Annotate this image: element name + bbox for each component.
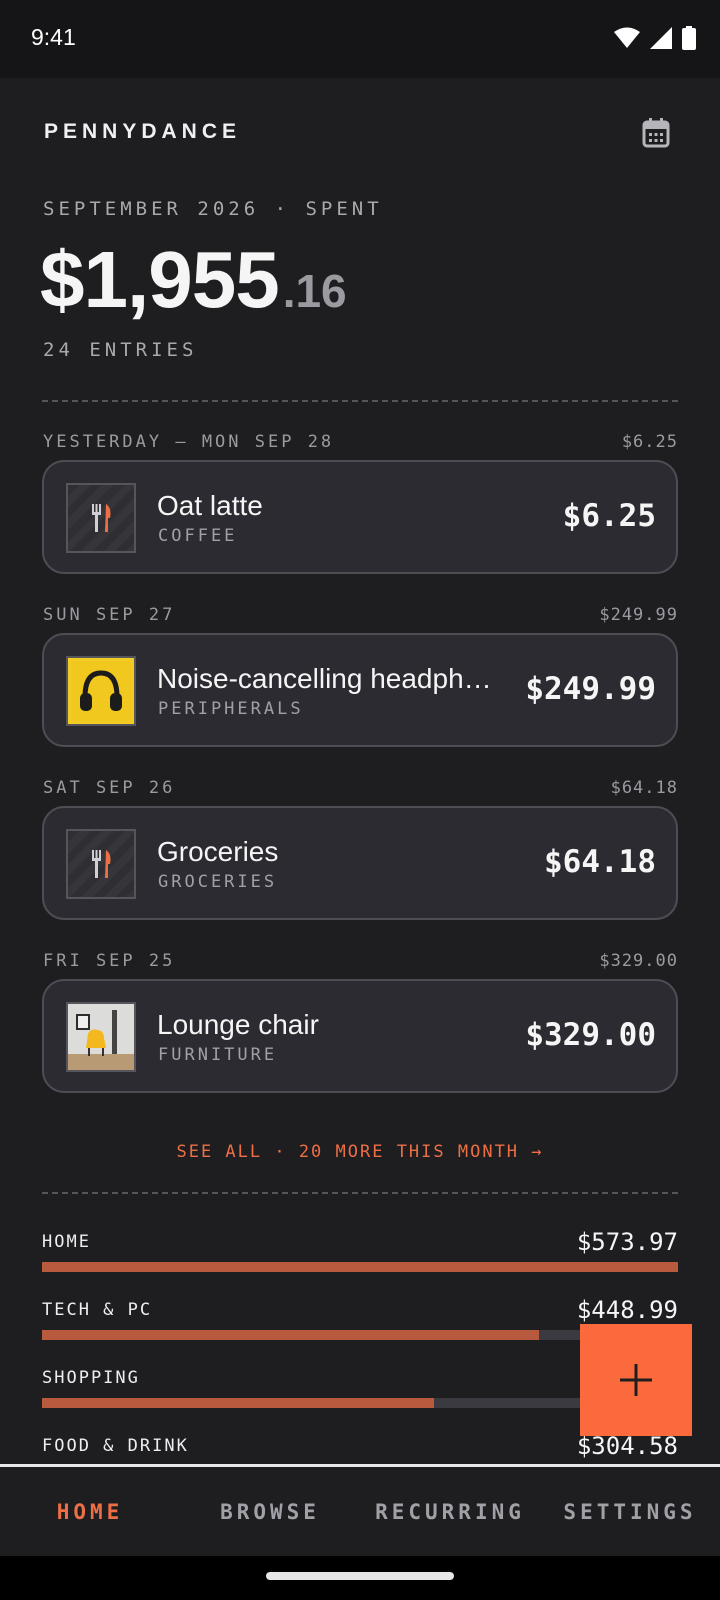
category-name: TECH & PC xyxy=(42,1300,153,1320)
expense-name: Groceries xyxy=(157,836,279,867)
category-amount: $304.58 xyxy=(576,1432,678,1460)
signal-icon xyxy=(650,27,672,49)
battery-icon xyxy=(682,26,696,50)
period-label: SEPTEMBER 2026 · SPENT xyxy=(43,198,383,220)
headphones-photo xyxy=(71,661,131,721)
expense-name: Noise-cancelling headphones xyxy=(157,663,502,694)
fork-knife-icon xyxy=(92,504,111,532)
day-label: FRI SEP 25 xyxy=(43,951,176,971)
status-time: 9:41 xyxy=(31,24,76,50)
total-spent: $1,955 .16 xyxy=(40,234,347,326)
day-label: SAT SEP 26 xyxy=(43,778,176,798)
total-cents: .16 xyxy=(282,265,347,317)
category-amount: $448.99 xyxy=(576,1296,678,1324)
category-name: HOME xyxy=(42,1232,91,1252)
nav-recurring[interactable]: RECURRING xyxy=(360,1467,540,1556)
day-label: SUN SEP 27 xyxy=(43,605,176,625)
expense-card[interactable]: Groceries GROCERIES $64.18 xyxy=(42,806,678,920)
gesture-bar xyxy=(0,1556,720,1600)
expense-name: Lounge chair xyxy=(157,1009,319,1040)
expense-amount: $64.18 xyxy=(544,844,656,880)
category-bar-fill xyxy=(42,1262,678,1272)
nav-settings[interactable]: SETTINGS xyxy=(540,1467,720,1556)
add-expense-button[interactable] xyxy=(580,1324,692,1436)
expense-thumbnail xyxy=(66,1002,136,1072)
expense-category: GROCERIES xyxy=(158,872,278,892)
day-total: $6.25 xyxy=(621,432,678,452)
calendar-icon xyxy=(642,118,670,148)
category-bar-fill xyxy=(42,1398,435,1408)
category-amount: $573.97 xyxy=(576,1228,678,1256)
expense-amount: $249.99 xyxy=(525,671,656,707)
nav-browse[interactable]: BROWSE xyxy=(180,1467,360,1556)
category-name: SHOPPING xyxy=(42,1368,140,1388)
expense-card[interactable]: Lounge chair FURNITURE $329.00 xyxy=(42,979,678,1093)
status-icons xyxy=(614,26,696,50)
category-name: FOOD & DRINK xyxy=(42,1436,189,1456)
expense-category: FURNITURE xyxy=(158,1045,278,1065)
expense-amount: $329.00 xyxy=(525,1017,656,1053)
day-label: YESTERDAY — MON SEP 28 xyxy=(43,432,335,452)
expense-category: PERIPHERALS xyxy=(158,699,304,719)
bottom-nav: HOME BROWSE RECURRING SETTINGS xyxy=(0,1464,720,1556)
divider xyxy=(42,400,678,402)
category-bar-fill xyxy=(42,1330,540,1340)
expense-amount: $6.25 xyxy=(562,498,656,534)
entries-count: 24 ENTRIES xyxy=(43,339,198,361)
day-total: $64.18 xyxy=(610,778,678,798)
wifi-icon xyxy=(614,27,640,48)
nav-home[interactable]: HOME xyxy=(0,1467,180,1556)
app-title: PENNYDANCE xyxy=(44,120,242,143)
day-total: $249.99 xyxy=(599,605,678,625)
divider xyxy=(42,1192,678,1194)
expense-thumbnail xyxy=(66,483,136,553)
day-total: $329.00 xyxy=(599,951,678,971)
expense-name: Oat latte xyxy=(157,490,263,521)
expense-card[interactable]: Noise-cancelling headphones PERIPHERALS … xyxy=(42,633,678,747)
category-bar-track xyxy=(42,1262,678,1272)
calendar-button[interactable] xyxy=(640,117,672,149)
status-bar: 9:41 xyxy=(0,0,720,78)
expense-thumbnail xyxy=(66,829,136,899)
see-all-link[interactable]: SEE ALL · 20 MORE THIS MONTH → xyxy=(0,1142,720,1162)
home-gesture-handle[interactable] xyxy=(266,1572,454,1580)
expense-category: COFFEE xyxy=(158,526,238,546)
total-main: $1,955 xyxy=(40,235,280,324)
expense-thumbnail xyxy=(66,656,136,726)
chair-photo xyxy=(68,1004,134,1070)
category-row[interactable]: HOME $573.97 xyxy=(42,1228,678,1282)
plus-icon xyxy=(620,1364,652,1396)
fork-knife-icon xyxy=(92,850,111,878)
expense-card[interactable]: Oat latte COFFEE $6.25 xyxy=(42,460,678,574)
